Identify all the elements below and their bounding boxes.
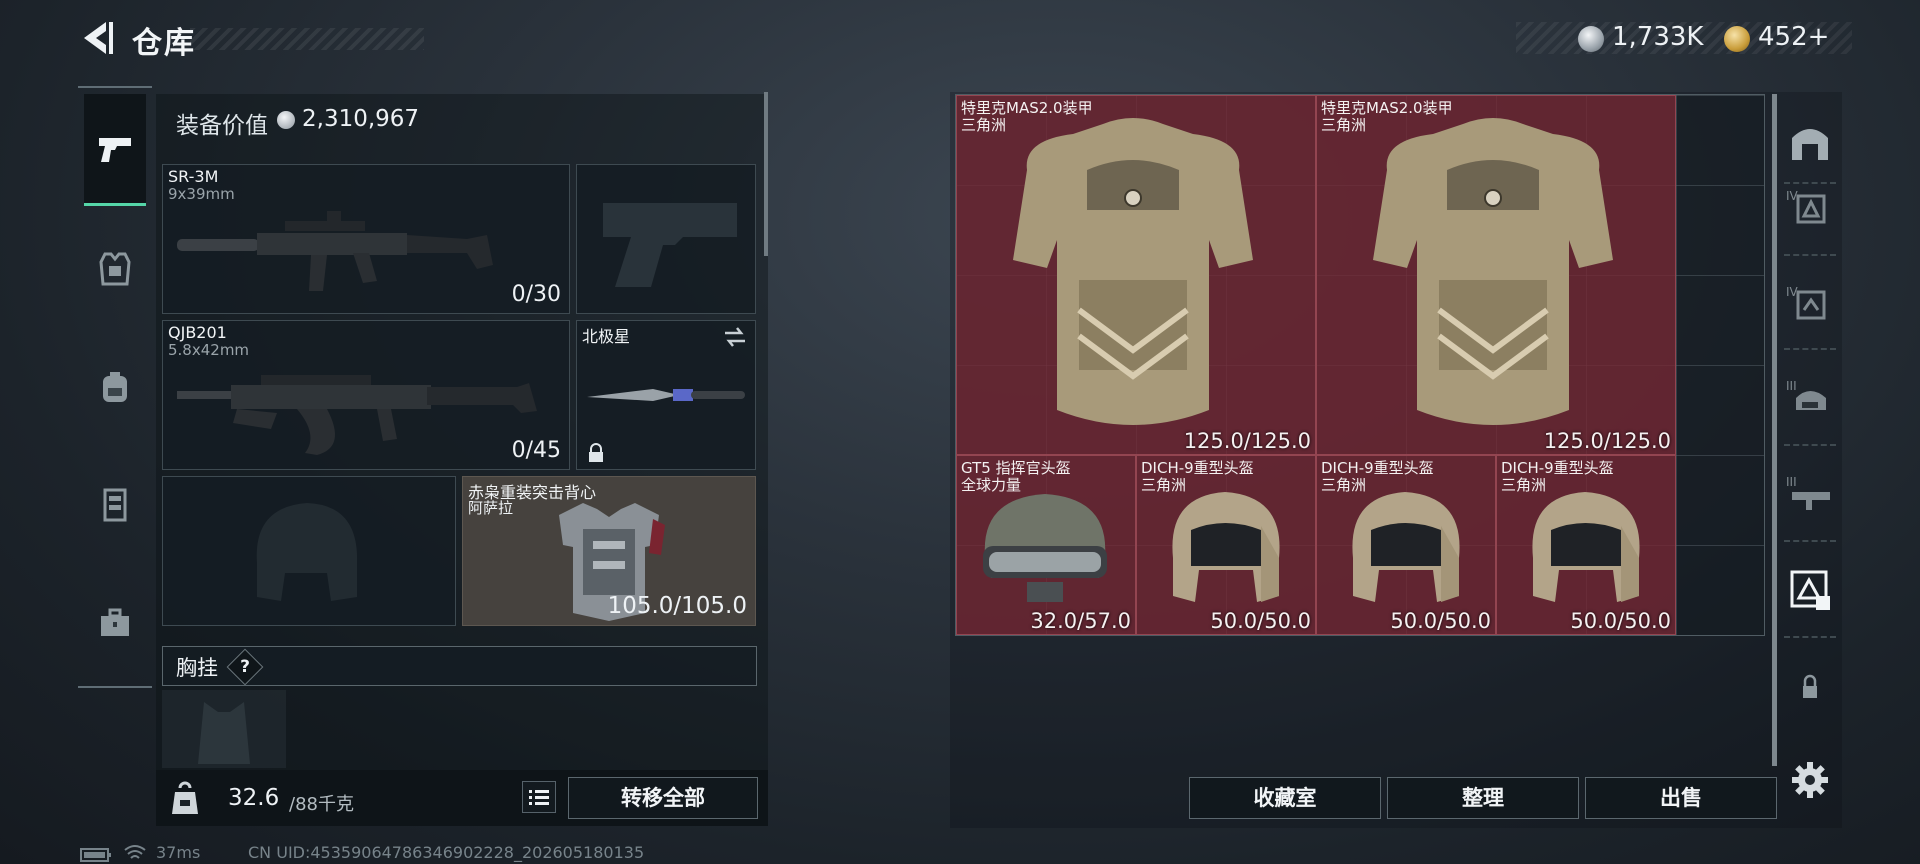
battery-icon — [80, 848, 111, 862]
item-durability: 50.0/50.0 — [1570, 609, 1671, 633]
nav-item-armor[interactable] — [84, 238, 146, 300]
chest-rig-label: 胸挂 — [176, 656, 218, 680]
tier-iii-helmet-icon[interactable]: III — [1786, 374, 1834, 422]
help-icon[interactable]: ? — [236, 654, 254, 680]
item-durability: 50.0/50.0 — [1390, 609, 1491, 633]
helmet-icon — [1172, 492, 1280, 602]
backpack-icon — [103, 372, 127, 402]
armor-filter-icon[interactable] — [1786, 566, 1834, 614]
uid-text: CN UID:4535906478634690222​8_20260518013… — [248, 843, 645, 862]
toolbox-icon — [101, 608, 129, 636]
silver-balance: 1,733K — [1612, 22, 1704, 52]
melee-name: 北极星 — [582, 327, 631, 346]
primary-weapon-slot[interactable]: SR-3M 9x39mm 0/30 — [162, 164, 570, 314]
item-durability: 50.0/50.0 — [1210, 609, 1311, 633]
collection-room-button[interactable]: 收藏室 — [1189, 777, 1381, 819]
rail-divider — [1784, 636, 1836, 638]
knife-icon — [587, 389, 745, 401]
ammo-count: 0/45 — [511, 438, 561, 463]
transfer-all-button[interactable]: 转移全部 — [568, 777, 758, 819]
nav-item-backpack[interactable] — [84, 356, 146, 418]
weight-icon[interactable] — [170, 780, 200, 816]
weapon-name: SR-3M — [168, 167, 219, 186]
rail-divider — [1784, 348, 1836, 350]
helmet-icon — [983, 494, 1107, 602]
page-title: 仓库 — [132, 26, 196, 61]
rifle-icon — [177, 375, 537, 455]
gear-icon — [1792, 762, 1828, 798]
current-weight: 32.6 — [228, 785, 280, 811]
stash-item[interactable]: DICH-9重型头盔 三角洲 50.0/50.0 — [1316, 455, 1496, 635]
max-weight: /88千克 — [289, 794, 354, 815]
pistol-placeholder-icon — [603, 203, 737, 287]
title-decoration — [190, 28, 424, 50]
organize-button[interactable]: 整理 — [1387, 777, 1579, 819]
nav-item-weapons[interactable] — [84, 94, 146, 206]
weapon-name: QJB201 — [168, 323, 227, 342]
swap-icon[interactable] — [721, 325, 749, 349]
stash-item[interactable]: DICH-9重型头盔 三角洲 50.0/50.0 — [1496, 455, 1676, 635]
stash-item[interactable]: 特里克MAS2.0装甲 三角洲 125.0/125.0 — [1316, 95, 1676, 455]
chest-rig-placeholder-icon — [198, 702, 250, 764]
lock-icon[interactable] — [1786, 664, 1834, 712]
silver-coin-icon — [277, 111, 295, 129]
stash-grid[interactable]: 特里克MAS2.0装甲 三角洲 125.0/125.0 特里克MAS2.0装甲 … — [955, 94, 1765, 636]
armor-origin: 阿萨拉 — [468, 499, 514, 517]
list-icon — [529, 790, 549, 805]
item-durability: 125.0/125.0 — [1543, 429, 1671, 453]
gold-coin-icon — [1724, 26, 1750, 52]
svg-text:III: III — [1786, 379, 1797, 393]
stash-scrollbar[interactable] — [1772, 94, 1777, 766]
gold-balance[interactable]: 452+ — [1758, 22, 1829, 52]
sell-button[interactable]: 出售 — [1585, 777, 1777, 819]
ping-text: 37ms — [156, 843, 201, 862]
tier-iv-armor-icon[interactable]: IV — [1786, 184, 1834, 232]
nav-item-chest-rig[interactable] — [84, 474, 146, 536]
body-armor-slot[interactable]: 赤枭重装突击背心 阿萨拉 105.0/105.0 — [462, 476, 756, 626]
lock-icon — [589, 443, 603, 462]
helmet-icon — [1532, 492, 1640, 602]
chevron-left-icon — [84, 22, 113, 54]
chest-rig-slot[interactable] — [162, 690, 286, 768]
list-view-button[interactable] — [522, 781, 556, 813]
secondary-weapon-slot[interactable]: QJB201 5.8x42mm 0/45 — [162, 320, 570, 470]
ammo-count: 0/30 — [511, 282, 561, 307]
stash-main-icon[interactable] — [1786, 118, 1834, 166]
silver-coin-icon — [1578, 26, 1604, 52]
item-durability: 32.0/57.0 — [1030, 609, 1131, 633]
body-armor-icon — [1013, 118, 1253, 425]
back-button[interactable] — [76, 16, 116, 60]
equipment-value-label: 装备价值 — [176, 113, 268, 139]
body-armor-icon — [1373, 118, 1613, 425]
chest-rig-icon — [103, 488, 127, 522]
equipment-value: 2,310,967 — [302, 106, 420, 132]
rail-divider — [1784, 444, 1836, 446]
tier-iv-armor-icon-2[interactable]: IV — [1786, 280, 1834, 328]
armor-icon — [99, 252, 131, 286]
svg-text:III: III — [1786, 475, 1797, 489]
rail-divider — [1784, 254, 1836, 256]
nav-item-case[interactable] — [84, 592, 146, 654]
stash-item[interactable]: 特里克MAS2.0装甲 三角洲 125.0/125.0 — [956, 95, 1316, 455]
sidearm-slot[interactable] — [576, 164, 756, 314]
wifi-icon — [124, 845, 146, 859]
melee-slot[interactable]: 北极星 — [576, 320, 756, 470]
equipment-scrollbar[interactable] — [764, 92, 768, 256]
settings-button[interactable] — [1790, 760, 1830, 800]
helmet-slot[interactable] — [162, 476, 456, 626]
tier-iii-weapon-icon[interactable]: III — [1786, 470, 1834, 518]
armor-durability: 105.0/105.0 — [607, 593, 747, 619]
stash-item[interactable]: GT5 指挥官头盔 全球力量 32.0/57.0 — [956, 455, 1136, 635]
pistol-icon — [99, 137, 131, 162]
stash-item[interactable]: DICH-9重型头盔 三角洲 50.0/50.0 — [1136, 455, 1316, 635]
helmet-icon — [1352, 492, 1460, 602]
rail-divider — [1784, 540, 1836, 542]
helmet-placeholder-icon — [256, 503, 358, 601]
item-durability: 125.0/125.0 — [1183, 429, 1311, 453]
rifle-icon — [177, 211, 493, 291]
